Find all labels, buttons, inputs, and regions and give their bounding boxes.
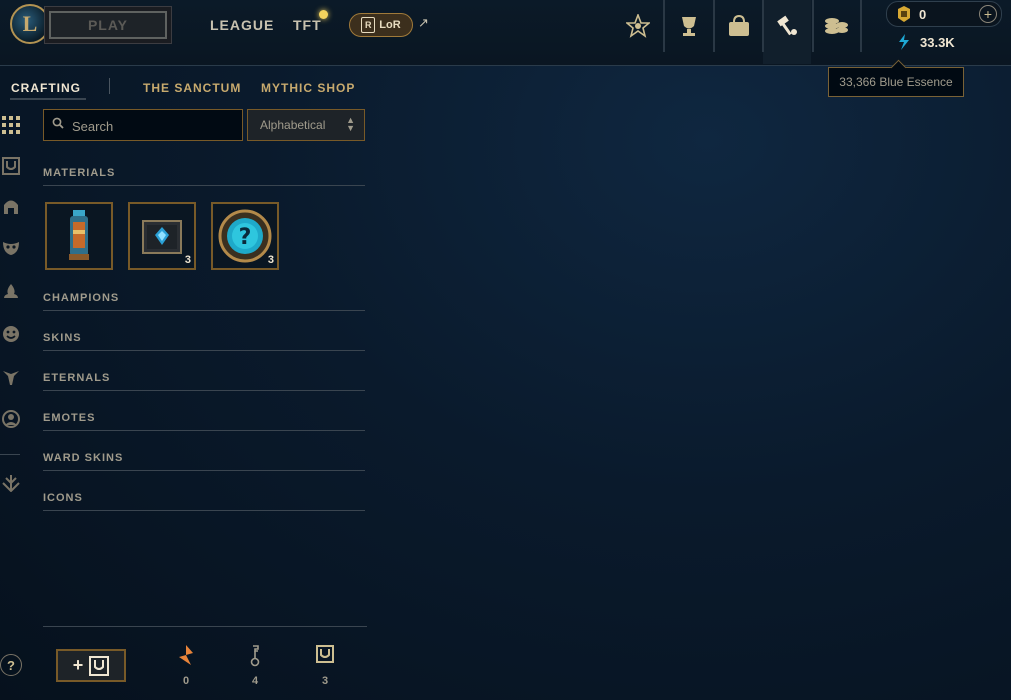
key-fragment-count: 4 xyxy=(251,675,259,687)
section-label: MATERIALS xyxy=(43,167,116,179)
play-button[interactable]: PLAY xyxy=(49,11,167,39)
tab-the-sanctum[interactable]: THE SANCTUM xyxy=(143,81,241,95)
nav-tft[interactable]: TFT xyxy=(293,17,322,33)
section-label: CHAMPIONS xyxy=(43,292,120,304)
section-eternals[interactable]: ETERNALS xyxy=(43,372,365,391)
bottom-divider xyxy=(43,626,367,627)
emote-face-icon[interactable] xyxy=(0,323,22,345)
section-materials[interactable]: MATERIALS xyxy=(43,167,365,186)
rank-crest-icon[interactable] xyxy=(622,10,654,42)
item-count: 3 xyxy=(184,254,191,266)
external-link-icon[interactable]: ↗ xyxy=(418,15,429,31)
orange-essence-icon xyxy=(176,645,196,667)
blue-essence-tooltip: 33,366 Blue Essence xyxy=(828,67,964,97)
chest-filter-icon[interactable] xyxy=(0,155,22,177)
nav-league[interactable]: LEAGUE xyxy=(210,17,274,33)
sort-selected-value: Alphabetical xyxy=(260,118,326,132)
section-skins[interactable]: SKINS xyxy=(43,332,365,351)
tab-mythic-shop[interactable]: MYTHIC SHOP xyxy=(261,81,355,95)
riot-points-icon xyxy=(897,6,911,22)
section-label: SKINS xyxy=(43,332,82,344)
section-label: ETERNALS xyxy=(43,372,111,384)
lor-badge-icon: R xyxy=(361,17,376,33)
riot-points-value: 0 xyxy=(919,7,927,22)
lor-label: LoR xyxy=(379,19,401,31)
profile-icon-filter-icon[interactable] xyxy=(0,408,22,430)
all-items-grid-icon[interactable] xyxy=(0,114,22,136)
chest-count: 3 xyxy=(321,675,329,687)
topbar-divider xyxy=(762,0,764,52)
search-input[interactable] xyxy=(70,116,242,136)
loot-item-chest[interactable]: 3 xyxy=(128,202,196,270)
crafting-hammer-icon[interactable] xyxy=(771,10,803,42)
skin-mask-icon[interactable] xyxy=(0,237,22,259)
blue-essence-icon xyxy=(897,34,911,53)
active-tab-underline xyxy=(10,98,86,100)
sort-dropdown[interactable]: Alphabetical ▲ ▼ xyxy=(247,109,365,141)
lor-button[interactable]: R LoR xyxy=(349,13,413,37)
loot-item-mystery-orb[interactable]: ? 3 xyxy=(211,202,279,270)
disenchant-icon[interactable] xyxy=(0,472,22,494)
section-label: EMOTES xyxy=(43,412,96,424)
section-icons[interactable]: ICONS xyxy=(43,492,365,511)
chest-icon xyxy=(315,645,335,667)
eternals-flame-icon[interactable] xyxy=(0,281,22,303)
plus-icon: + xyxy=(72,655,84,675)
loot-item-lantern[interactable] xyxy=(45,202,113,270)
section-ward-skins[interactable]: WARD SKINS xyxy=(43,452,365,471)
sidebar-divider xyxy=(0,454,20,455)
topbar-divider xyxy=(860,0,862,52)
item-count: 3 xyxy=(267,254,274,266)
blue-essence-value[interactable]: 33.3K xyxy=(920,35,955,50)
hextech-chest-icon xyxy=(142,220,182,254)
lantern-icon xyxy=(69,210,89,260)
section-label: WARD SKINS xyxy=(43,452,124,464)
orange-essence-count: 0 xyxy=(182,675,190,687)
section-emotes[interactable]: EMOTES xyxy=(43,412,365,431)
ward-skin-icon[interactable] xyxy=(0,366,22,388)
mystery-orb-icon: ? xyxy=(218,209,272,263)
topbar-divider xyxy=(663,0,665,52)
help-button[interactable]: ? xyxy=(0,654,22,676)
champion-helmet-icon[interactable] xyxy=(0,196,22,218)
buy-rp-button[interactable]: + xyxy=(979,5,997,23)
search-box xyxy=(43,109,243,141)
store-bag-icon[interactable] xyxy=(723,10,755,42)
top-bar: L PLAY LEAGUE TFT R LoR ↗ 0 + 33.3K xyxy=(0,0,1011,66)
notification-dot xyxy=(319,10,328,19)
section-champions[interactable]: CHAMPIONS xyxy=(43,292,365,311)
chevron-up-down-icon: ▲ ▼ xyxy=(346,115,355,133)
loot-coins-icon[interactable] xyxy=(820,10,852,42)
chest-icon xyxy=(89,655,110,676)
topbar-divider xyxy=(713,0,715,52)
wallet-rp[interactable]: 0 + xyxy=(886,1,1002,27)
search-icon xyxy=(52,117,64,132)
subnav-divider xyxy=(109,78,110,94)
trophy-icon[interactable] xyxy=(673,10,705,42)
key-fragment-icon xyxy=(245,645,265,667)
section-label: ICONS xyxy=(43,492,83,504)
add-chest-button[interactable]: + xyxy=(56,649,126,682)
topbar-divider xyxy=(812,0,814,52)
play-button-frame: PLAY xyxy=(44,6,172,44)
svg-text:?: ? xyxy=(239,225,252,250)
tab-crafting[interactable]: CRAFTING xyxy=(11,81,81,95)
